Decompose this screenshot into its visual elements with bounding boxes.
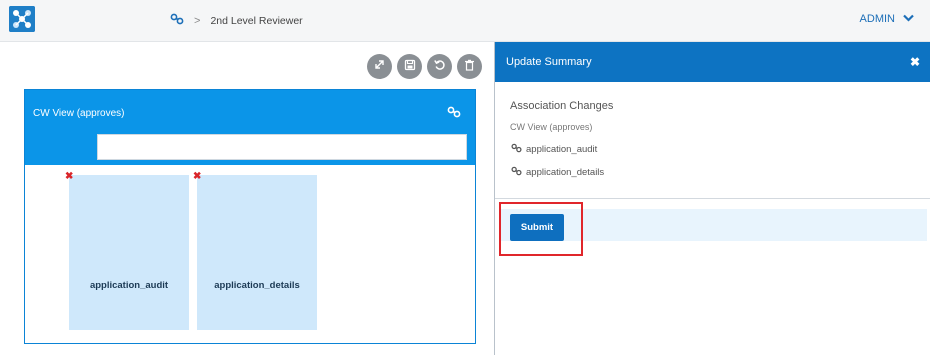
user-menu[interactable]: ADMIN <box>860 13 914 25</box>
update-summary-panel: Update Summary ✖ Association Changes CW … <box>494 42 930 355</box>
save-button[interactable] <box>397 54 422 79</box>
app-logo[interactable] <box>9 6 35 32</box>
designer-canvas: CW View (approves) ✖ application_audit ✖… <box>0 42 492 355</box>
view-node[interactable]: CW View (approves) ✖ application_audit ✖… <box>24 89 476 344</box>
divider <box>495 198 930 199</box>
association-link-icon[interactable] <box>170 13 184 28</box>
highlight-box <box>499 202 583 256</box>
remove-icon[interactable]: ✖ <box>65 171 73 182</box>
expand-button[interactable] <box>367 54 392 79</box>
chevron-down-icon <box>903 13 914 25</box>
undo-button[interactable] <box>427 54 452 79</box>
section-title: Association Changes <box>510 100 614 112</box>
breadcrumb: > 2nd Level Reviewer <box>170 13 303 28</box>
summary-item: application_details <box>511 166 604 179</box>
link-icon <box>511 143 522 156</box>
user-label: ADMIN <box>859 13 895 25</box>
view-node-title: CW View (approves) <box>33 108 125 119</box>
link-icon[interactable] <box>447 105 461 123</box>
table-card-label: application_audit <box>89 280 169 291</box>
summary-item-label: application_details <box>526 167 605 178</box>
remove-icon[interactable]: ✖ <box>193 171 201 182</box>
table-card[interactable]: ✖ application_audit <box>65 171 189 330</box>
breadcrumb-separator: > <box>194 14 201 27</box>
expand-icon <box>373 58 386 76</box>
summary-item-label: application_audit <box>526 144 598 155</box>
view-search-input[interactable] <box>97 134 467 160</box>
undo-icon <box>433 58 446 76</box>
delete-button[interactable] <box>457 54 482 79</box>
associated-tables: ✖ application_audit ✖ application_detail… <box>25 171 475 335</box>
save-icon <box>404 58 416 76</box>
panel-header: Update Summary ✖ <box>495 42 930 82</box>
table-card[interactable]: ✖ application_details <box>193 171 317 330</box>
table-card-label: application_details <box>214 280 300 291</box>
breadcrumb-current: 2nd Level Reviewer <box>210 14 303 27</box>
summary-view-name: CW View (approves) <box>510 122 593 132</box>
top-bar: > 2nd Level Reviewer ADMIN <box>0 0 930 42</box>
canvas-toolbar <box>367 54 482 79</box>
trash-icon <box>464 58 475 76</box>
close-icon[interactable]: ✖ <box>910 55 920 69</box>
panel-title: Update Summary <box>506 56 592 68</box>
link-icon <box>511 166 522 179</box>
view-node-header: CW View (approves) <box>25 90 475 165</box>
summary-item: application_audit <box>511 143 597 156</box>
